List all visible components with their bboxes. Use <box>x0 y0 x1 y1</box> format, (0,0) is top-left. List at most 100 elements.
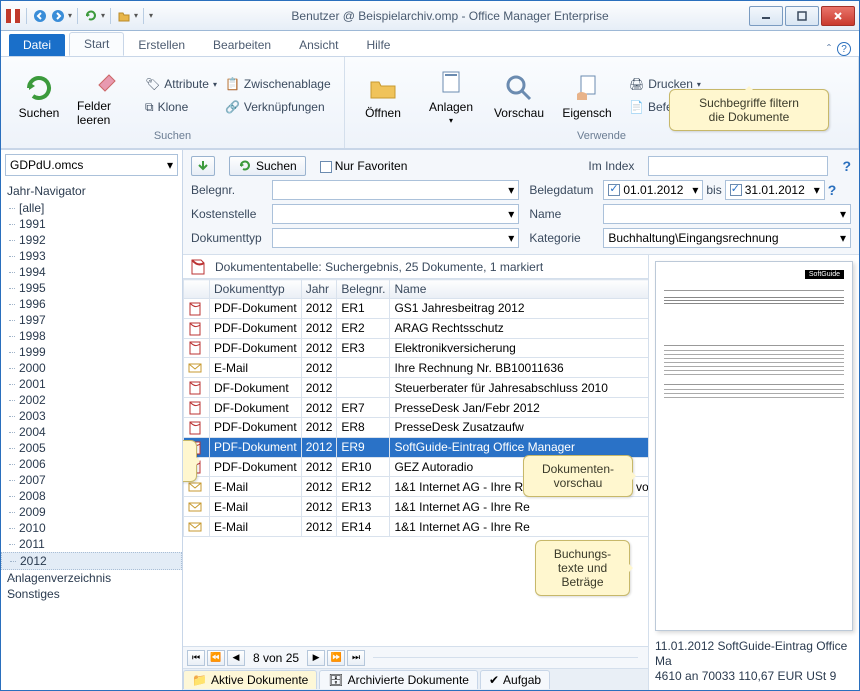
tree-item-year[interactable]: 2009 <box>1 504 182 520</box>
tree-item-year[interactable]: 1995 <box>1 280 182 296</box>
pager-next-page[interactable]: ⏩ <box>327 650 345 666</box>
tab-aktive-dokumente[interactable]: 📁Aktive Dokumente <box>183 670 317 689</box>
tree-item-year[interactable]: 2005 <box>1 440 182 456</box>
column-header[interactable]: Dokumenttyp <box>210 280 302 299</box>
table-row[interactable]: PDF-Dokument2012ER1GS1 Jahresbeitrag 201… <box>184 299 649 319</box>
kostenstelle-input[interactable]: ▾ <box>272 204 520 224</box>
chevron-down-icon: ▾ <box>508 207 514 221</box>
tree-item-year[interactable]: 1996 <box>1 296 182 312</box>
im-index-input[interactable] <box>648 156 828 176</box>
table-row[interactable]: E-Mail2012Ihre Rechnung Nr. BB10011636 <box>184 358 649 378</box>
tree-item-year[interactable]: 1991 <box>1 216 182 232</box>
table-row[interactable]: DF-Dokument2012ER7PresseDesk Jan/Febr 20… <box>184 398 649 418</box>
tab-erstellen[interactable]: Erstellen <box>124 34 199 56</box>
suchen-button[interactable]: Suchen <box>229 156 306 176</box>
cell-dokumenttyp: PDF-Dokument <box>210 437 302 457</box>
pager-first[interactable]: ⏮ <box>187 650 205 666</box>
help-icon[interactable]: ? <box>837 42 851 56</box>
klone-button[interactable]: ⧉Klone <box>145 96 217 118</box>
maximize-button[interactable] <box>785 6 819 26</box>
cell-dokumenttyp: E-Mail <box>210 477 302 497</box>
table-row[interactable]: PDF-Dokument2012ER3Elektronikversicherun… <box>184 338 649 358</box>
kategorie-input[interactable]: Buchhaltung\Eingangsrechnung▾ <box>603 228 851 248</box>
felder-leeren-button[interactable]: Felder leeren <box>77 61 137 130</box>
file-tab[interactable]: Datei <box>9 34 65 56</box>
mail-icon <box>188 520 202 534</box>
column-header[interactable]: Name <box>390 280 648 299</box>
dropdown-icon[interactable]: ▾ <box>101 11 105 20</box>
minimize-button[interactable] <box>749 6 783 26</box>
cell-belegnr: ER14 <box>337 517 390 537</box>
back-icon[interactable] <box>32 8 48 24</box>
mail-icon <box>188 500 202 514</box>
tree-item-year[interactable]: 2002 <box>1 392 182 408</box>
close-button[interactable] <box>821 6 855 26</box>
help-icon[interactable]: ? <box>828 182 837 198</box>
table-row[interactable]: DF-Dokument2012Steuerberater für Jahresa… <box>184 378 649 398</box>
column-header[interactable] <box>184 280 210 299</box>
help-icon[interactable]: ? <box>842 158 851 174</box>
tab-hilfe[interactable]: Hilfe <box>352 34 404 56</box>
tree-item-year[interactable]: 1994 <box>1 264 182 280</box>
tree-item-year[interactable]: 2007 <box>1 472 182 488</box>
tree-item-year[interactable]: 2001 <box>1 376 182 392</box>
tree-item[interactable]: Anlagenverzeichnis <box>1 570 182 586</box>
suchen-button[interactable]: Suchen <box>9 61 69 130</box>
vorschau-button[interactable]: Vorschau <box>489 61 549 130</box>
tree-item-year[interactable]: 2004 <box>1 424 182 440</box>
table-row[interactable]: E-Mail2012ER131&1 Internet AG - Ihre Re <box>184 497 649 517</box>
pager-next[interactable]: ▶ <box>307 650 325 666</box>
tree-item-year[interactable]: 2010 <box>1 520 182 536</box>
table-row[interactable]: PDF-Dokument2012ER2ARAG Rechtsschutz <box>184 318 649 338</box>
tree-item[interactable]: Sonstiges <box>1 586 182 602</box>
attribute-button[interactable]: 🏷Attribute▾ <box>145 73 217 95</box>
tree-item-year[interactable]: 1997 <box>1 312 182 328</box>
pager-last[interactable]: ⏭ <box>347 650 365 666</box>
eigenschaften-button[interactable]: Eigensch <box>557 61 617 130</box>
name-input[interactable]: ▾ <box>603 204 851 224</box>
oeffnen-button[interactable]: Öffnen <box>353 61 413 130</box>
verknuepfungen-button[interactable]: 🔗Verknüpfungen <box>225 96 331 118</box>
column-header[interactable]: Jahr <box>301 280 337 299</box>
open-icon[interactable] <box>116 8 132 24</box>
pager-prev[interactable]: ◀ <box>227 650 245 666</box>
tree-item-year[interactable]: 2000 <box>1 360 182 376</box>
tree-item-year[interactable]: 1992 <box>1 232 182 248</box>
tree-item-year[interactable]: 1999 <box>1 344 182 360</box>
layout-combo[interactable]: GDPdU.omcs ▾ <box>5 154 178 176</box>
dropdown-icon[interactable]: ▾ <box>134 11 138 20</box>
refresh-icon[interactable] <box>83 8 99 24</box>
dropdown-icon[interactable]: ▾ <box>68 11 72 20</box>
tree-item-year[interactable]: 1998 <box>1 328 182 344</box>
tree-item-year[interactable]: [alle] <box>1 200 182 216</box>
tree-item-year[interactable]: 2011 <box>1 536 182 552</box>
dokumenttyp-input[interactable]: ▾ <box>272 228 520 248</box>
zwischenablage-button[interactable]: 📋Zwischenablage <box>225 73 331 95</box>
tree-item-year[interactable]: 1993 <box>1 248 182 264</box>
row-icon-cell <box>184 299 210 319</box>
pager-prev-page[interactable]: ⏪ <box>207 650 225 666</box>
tree-item-year[interactable]: 2008 <box>1 488 182 504</box>
cell-dokumenttyp: PDF-Dokument <box>210 417 302 437</box>
anlagen-button[interactable]: Anlagen▾ <box>421 61 481 130</box>
collapse-ribbon-icon[interactable]: ˆ <box>827 42 831 56</box>
nur-favoriten-checkbox[interactable]: Nur Favoriten <box>320 159 408 173</box>
date-to-input[interactable]: 31.01.2012▾ <box>725 180 825 200</box>
column-header[interactable]: Belegnr. <box>337 280 390 299</box>
tree-item-year[interactable]: 2006 <box>1 456 182 472</box>
table-row[interactable]: PDF-Dokument2012ER8PresseDesk Zusatzaufw <box>184 417 649 437</box>
forward-icon[interactable] <box>50 8 66 24</box>
date-from-input[interactable]: 01.01.2012▾ <box>603 180 703 200</box>
belegnr-input[interactable]: ▾ <box>272 180 520 200</box>
table-row[interactable]: E-Mail2012ER141&1 Internet AG - Ihre Re <box>184 517 649 537</box>
tab-ansicht[interactable]: Ansicht <box>285 34 352 56</box>
tree-item-year[interactable]: 2012 <box>1 552 182 570</box>
separator <box>26 8 27 24</box>
tab-archivierte-dokumente[interactable]: 🗄Archivierte Dokumente <box>319 670 478 689</box>
tab-bearbeiten[interactable]: Bearbeiten <box>199 34 285 56</box>
apply-search-icon-button[interactable] <box>191 156 215 176</box>
zwischenablage-label: Zwischenablage <box>244 77 331 91</box>
tab-aufgaben[interactable]: ✔Aufgab <box>480 670 550 689</box>
tab-start[interactable]: Start <box>69 32 124 56</box>
tree-item-year[interactable]: 2003 <box>1 408 182 424</box>
